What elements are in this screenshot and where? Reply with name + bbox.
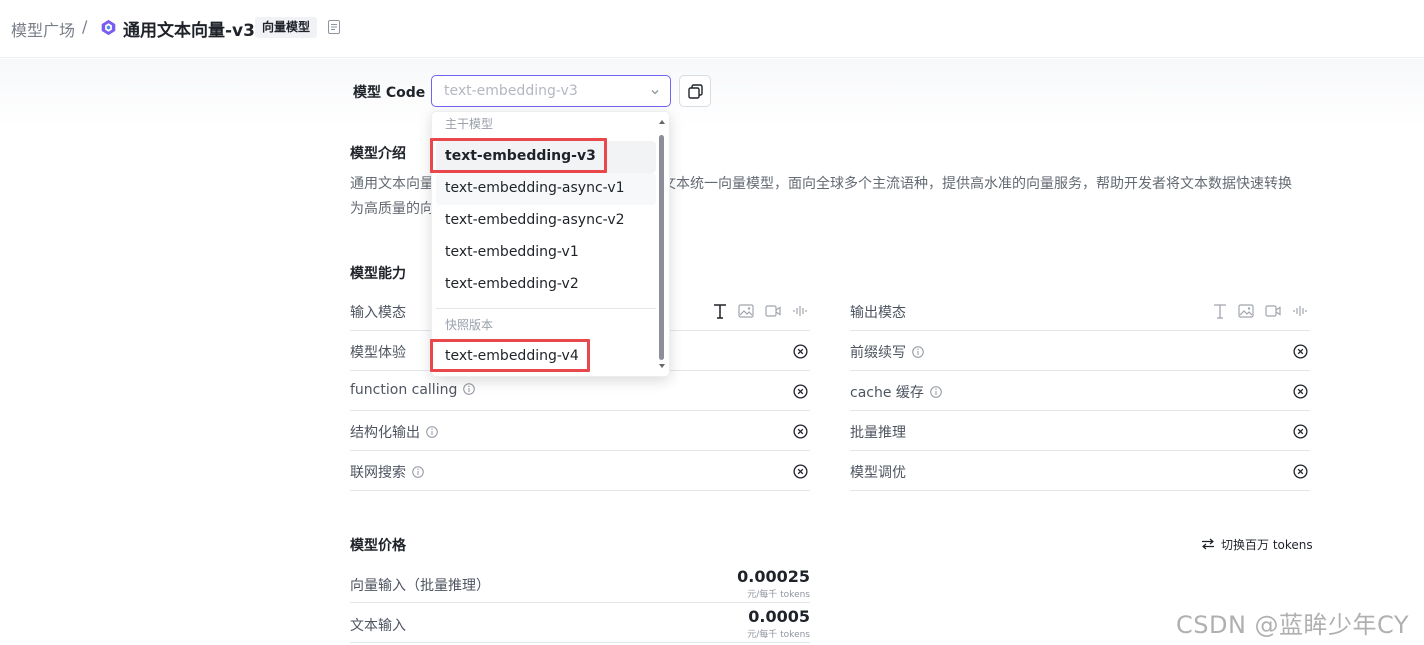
unsupported-x-icon [1293, 464, 1308, 479]
capability-label: 模型体验 [350, 345, 406, 361]
image-modality-icon [738, 304, 754, 318]
price-unit: 元/每千 tokens [747, 630, 810, 640]
copy-icon [688, 84, 703, 99]
model-brand-icon [101, 19, 116, 36]
price-label: 向量输入（批量推理） [350, 578, 490, 594]
dropdown-group-main: 主干模型 [445, 117, 494, 131]
capability-row: 前缀续写 [850, 331, 1310, 371]
price-value: 0.00025 [737, 567, 810, 586]
unsupported-x-icon [793, 344, 808, 359]
highlight-box [430, 138, 607, 173]
dropdown-option[interactable]: text-embedding-v1 [436, 237, 656, 269]
model-code-select[interactable]: text-embedding-v3 [431, 75, 671, 107]
dropdown-option[interactable]: text-embedding-v2 [436, 269, 656, 301]
breadcrumb-separator: / [82, 17, 88, 36]
price-row: 向量输入（批量推理） 0.00025 元/每千 tokens [350, 563, 810, 603]
unsupported-x-icon [793, 424, 808, 439]
highlight-box [430, 339, 590, 372]
model-code-placeholder: text-embedding-v3 [444, 83, 578, 99]
output-modality-row: 输出模态 [850, 291, 1310, 331]
price-label: 文本输入 [350, 618, 406, 634]
input-modality-label: 输入模态 [350, 305, 406, 321]
video-modality-icon [1265, 305, 1281, 317]
model-type-badge: 向量模型 [255, 17, 318, 38]
copy-button[interactable] [679, 75, 711, 107]
document-icon[interactable] [328, 20, 340, 34]
price-value: 0.0005 [748, 607, 810, 626]
capability-label: 模型调优 [850, 465, 906, 481]
capability-row: 结构化输出 [350, 411, 810, 451]
capability-row: cache 缓存 [850, 371, 1310, 411]
page-title: 通用文本向量-v3 [123, 21, 255, 41]
output-modality-label: 输出模态 [850, 305, 906, 321]
dropdown-group-snapshot: 快照版本 [445, 318, 494, 332]
image-modality-icon [1238, 304, 1254, 318]
dropdown-scroll-thumb[interactable] [659, 135, 664, 360]
unsupported-x-icon [1293, 424, 1308, 439]
output-modality-icons [1207, 303, 1308, 319]
dropdown-option[interactable]: text-embedding-async-v2 [436, 205, 656, 237]
switch-unit-label: 切换百万 tokens [1221, 538, 1313, 552]
pricing-section-title: 模型价格 [350, 538, 406, 554]
capability-label: 批量推理 [850, 425, 906, 441]
info-icon[interactable] [912, 346, 924, 358]
breadcrumb-root-link[interactable]: 模型广场 [11, 17, 75, 41]
text-modality-icon [1213, 304, 1226, 319]
page-header: 模型广场 / 通用文本向量-v3 向量模型 [0, 0, 1424, 58]
info-icon[interactable] [412, 466, 424, 478]
scroll-up-arrow-icon[interactable] [659, 120, 665, 124]
info-icon[interactable] [930, 386, 942, 398]
model-code-label: 模型 Code [353, 85, 426, 101]
capability-label: 联网搜索 [350, 462, 424, 482]
info-icon[interactable] [463, 383, 476, 395]
intro-section-title: 模型介绍 [350, 146, 406, 162]
capability-label: function calling [350, 382, 476, 398]
price-row: 文本输入 0.0005 元/每千 tokens [350, 603, 810, 643]
capability-row: 模型调优 [850, 451, 1310, 491]
capability-label: 前缀续写 [850, 342, 924, 362]
swap-icon [1202, 538, 1214, 550]
capabilities-section-title: 模型能力 [350, 266, 406, 282]
scroll-down-arrow-icon[interactable] [659, 364, 665, 368]
switch-unit-button[interactable]: 切换百万 tokens [1201, 536, 1313, 553]
dropdown-divider [436, 308, 656, 309]
price-unit: 元/每千 tokens [747, 590, 810, 600]
text-modality-icon [713, 304, 726, 319]
intro-text-line2: 为高质量的向 [350, 201, 434, 217]
unsupported-x-icon [793, 384, 808, 399]
capability-row: 批量推理 [850, 411, 1310, 451]
info-icon[interactable] [426, 426, 438, 438]
background-band [0, 59, 1424, 129]
video-modality-icon [765, 305, 781, 317]
capability-row: function calling [350, 371, 810, 411]
intro-text-right: 文本统一向量模型，面向全球多个主流语种，提供高水准的向量服务，帮助开发者将文本数… [662, 176, 1292, 192]
chevron-down-icon [651, 90, 659, 95]
watermark: CSDN @蓝眸少年CY [1176, 611, 1410, 639]
intro-text-left: 通用文本向量 [350, 176, 434, 192]
unsupported-x-icon [1293, 344, 1308, 359]
unsupported-x-icon [793, 464, 808, 479]
capability-label: 结构化输出 [350, 422, 438, 442]
capability-row: 联网搜索 [350, 451, 810, 491]
dropdown-option[interactable]: text-embedding-async-v1 [436, 173, 656, 205]
audio-modality-icon [1293, 306, 1307, 316]
unsupported-x-icon [1293, 384, 1308, 399]
audio-modality-icon [793, 306, 807, 316]
capability-label: cache 缓存 [850, 382, 942, 402]
input-modality-icons [707, 303, 808, 319]
